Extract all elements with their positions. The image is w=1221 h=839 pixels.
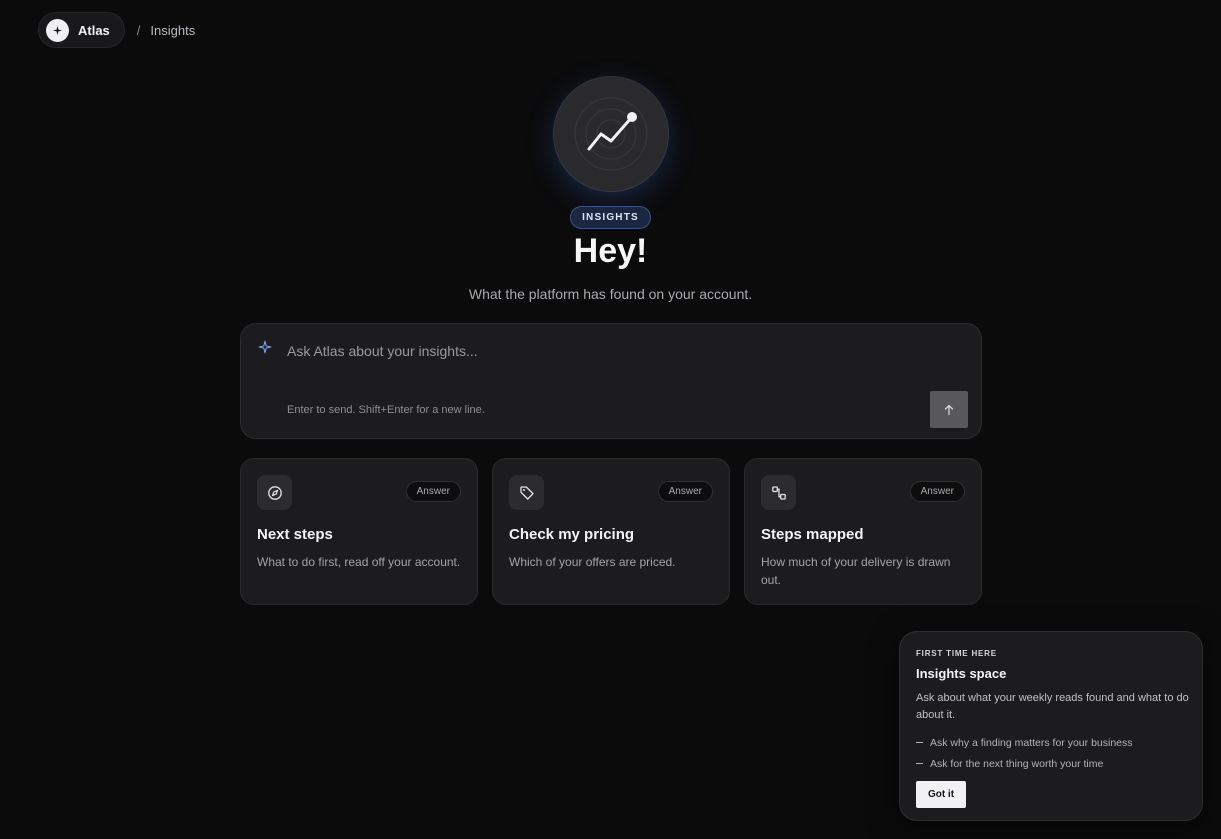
- dash-icon: [916, 762, 923, 765]
- card-description: How much of your delivery is drawn out.: [761, 555, 951, 587]
- suggestion-card-pricing[interactable]: Answer Check my pricing Which of your of…: [492, 458, 730, 605]
- popover-eyebrow: FIRST TIME HERE: [916, 649, 997, 658]
- suggestion-card-next-steps[interactable]: Answer Next steps What to do first, read…: [240, 458, 478, 605]
- popover-list-item: Ask for the next thing worth your time: [916, 753, 1133, 774]
- onboarding-popover: FIRST TIME HERE Insights space Ask about…: [899, 631, 1203, 821]
- ask-box: Enter to send. Shift+Enter for a new lin…: [240, 323, 982, 439]
- arrow-up-icon: [944, 404, 954, 415]
- insights-page: Atlas / Insights INSIGHTS Hey! What the …: [0, 0, 1221, 839]
- card-title: Steps mapped: [761, 526, 864, 543]
- sparkle-icon: [258, 340, 272, 359]
- brand-name: Atlas: [78, 22, 110, 38]
- route-icon: [761, 475, 796, 510]
- breadcrumb-current: Insights: [150, 22, 196, 38]
- brand-home-link[interactable]: Atlas: [38, 12, 125, 48]
- popover-title: Insights space: [916, 666, 1007, 681]
- card-tag: Answer: [657, 481, 713, 502]
- page-subtitle: What the platform has found on your acco…: [468, 286, 753, 302]
- popover-body: Ask about what your weekly reads found a…: [916, 692, 1189, 721]
- send-button[interactable]: [930, 391, 968, 428]
- ask-input[interactable]: [287, 340, 887, 362]
- card-description: Which of your offers are priced.: [509, 555, 676, 569]
- dash-icon: [916, 741, 923, 744]
- got-it-button[interactable]: Got it: [916, 781, 966, 808]
- trend-chart-icon: [554, 77, 668, 191]
- breadcrumb-separator: /: [136, 22, 141, 38]
- suggestion-card-steps-mapped[interactable]: Answer Steps mapped How much of your del…: [744, 458, 982, 605]
- compass-icon: [257, 475, 292, 510]
- popover-list-text: Ask why a finding matters for your busin…: [930, 736, 1133, 749]
- section-badge: INSIGHTS: [570, 206, 651, 229]
- popover-list: Ask why a finding matters for your busin…: [916, 732, 1133, 774]
- tag-icon: [509, 475, 544, 510]
- card-tag: Answer: [405, 481, 461, 502]
- card-tag: Answer: [909, 481, 965, 502]
- card-description: What to do first, read off your account.: [257, 555, 461, 569]
- suggestion-cards: Answer Next steps What to do first, read…: [240, 458, 982, 605]
- breadcrumb: Atlas / Insights: [38, 12, 195, 48]
- popover-list-text: Ask for the next thing worth your time: [930, 757, 1104, 770]
- card-title: Next steps: [257, 526, 333, 543]
- page-title: Hey!: [573, 232, 648, 270]
- card-title: Check my pricing: [509, 526, 635, 543]
- ask-hint: Enter to send. Shift+Enter for a new lin…: [287, 404, 485, 416]
- badge-container: INSIGHTS: [0, 206, 1221, 229]
- sparkle-icon: [46, 18, 69, 42]
- popover-list-item: Ask why a finding matters for your busin…: [916, 732, 1133, 753]
